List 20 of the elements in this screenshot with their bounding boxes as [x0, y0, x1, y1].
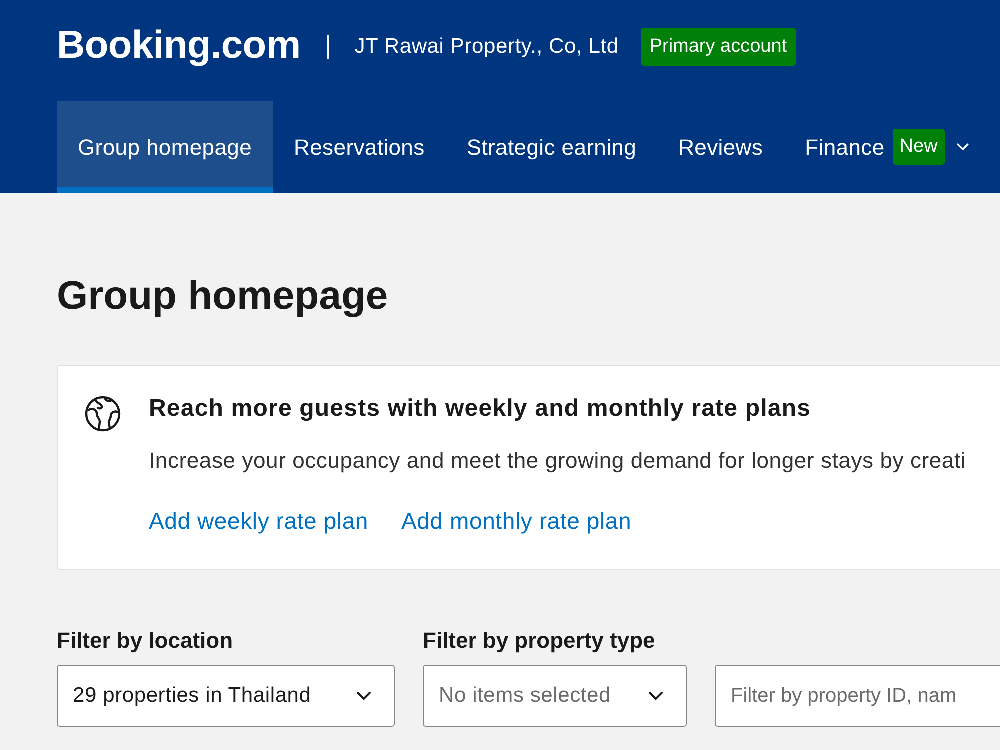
account-badge: Primary account [640, 28, 796, 66]
nav-tab[interactable]: Reviews [658, 101, 784, 193]
new-badge: New [892, 129, 945, 165]
rate-plan-link[interactable]: Add monthly rate plan [402, 506, 632, 536]
promo-description: Increase your occupancy and meet the growing demand for longer stays by creati [149, 447, 966, 475]
account-name: JT Rawai Property., Co, Ltd [354, 34, 619, 60]
rate-plan-link[interactable]: Add weekly rate plan [149, 506, 369, 536]
dropdown-field[interactable]: No items selected [423, 665, 687, 727]
nav-tab[interactable]: Group homepage [57, 101, 274, 193]
globe-icon [85, 396, 121, 432]
logo[interactable]: Booking.com [57, 17, 301, 76]
dropdown-field[interactable]: 29 properties in Thailand [57, 665, 395, 727]
search-field[interactable]: Filter by property ID, nam [715, 665, 1000, 727]
nav-tab[interactable]: Finance New [784, 101, 994, 193]
promo-title: Reach more guests with weekly and monthly rate plans [149, 394, 812, 424]
nav-tab[interactable]: Strategic earning [446, 101, 658, 193]
filter-label: Filter by property type [423, 627, 656, 655]
filter-label: Filter by location [57, 627, 234, 655]
nav-tab[interactable]: Reservations [273, 101, 446, 193]
page-title: Group homepage [57, 273, 388, 320]
